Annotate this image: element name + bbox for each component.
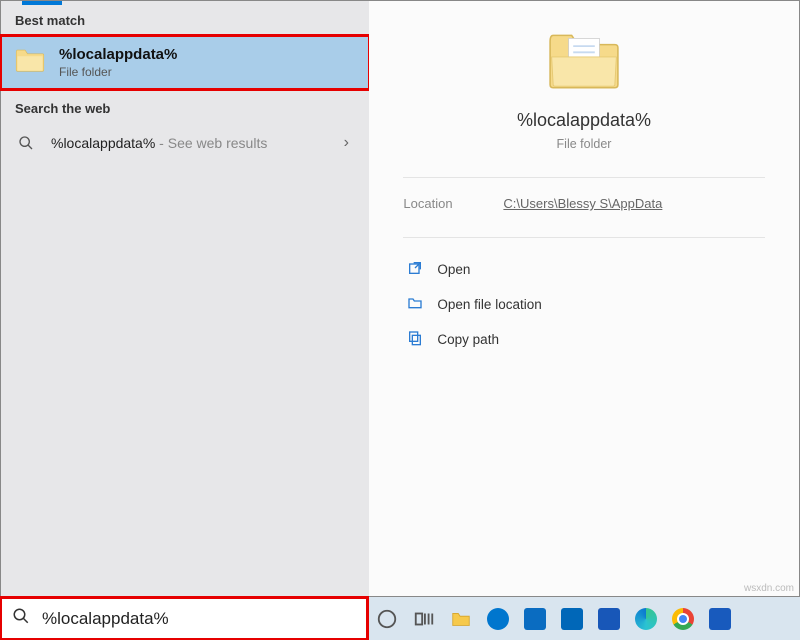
active-scope-indicator <box>22 1 62 5</box>
taskbar-app-word[interactable] <box>701 597 738 640</box>
search-icon <box>15 135 37 151</box>
file-explorer-button[interactable] <box>442 597 479 640</box>
taskbar-app-office[interactable] <box>590 597 627 640</box>
search-icon <box>12 607 30 630</box>
results-pane: Best match %localappdata% File folder Se… <box>1 1 369 596</box>
search-web-heading: Search the web <box>1 89 369 124</box>
chevron-right-icon: › <box>344 134 349 152</box>
taskbar-search-box[interactable] <box>0 597 368 640</box>
taskbar-app-chrome[interactable] <box>664 597 701 640</box>
preview-pane: %localappdata% File folder Location C:\U… <box>369 1 799 596</box>
cortana-button[interactable] <box>368 597 405 640</box>
folder-icon <box>547 29 621 96</box>
location-row: Location C:\Users\Blessy S\AppData <box>403 196 764 211</box>
best-match-result[interactable]: %localappdata% File folder <box>1 36 369 89</box>
location-path[interactable]: C:\Users\Blessy S\AppData <box>503 196 662 211</box>
preview-subtitle: File folder <box>557 137 612 151</box>
open-icon <box>407 260 423 279</box>
taskbar-app-mail[interactable] <box>553 597 590 640</box>
divider <box>403 237 764 238</box>
folder-open-icon <box>407 295 423 314</box>
best-match-title: %localappdata% <box>59 46 177 63</box>
action-open[interactable]: Open <box>403 252 764 287</box>
action-copy-path[interactable]: Copy path <box>403 322 764 357</box>
divider <box>403 177 764 178</box>
best-match-heading: Best match <box>1 1 369 36</box>
taskbar-app-dell[interactable] <box>479 597 516 640</box>
preview-title: %localappdata% <box>517 110 651 131</box>
taskbar-app-edge[interactable] <box>627 597 664 640</box>
taskbar <box>0 597 800 640</box>
web-result-text: %localappdata% - See web results <box>51 135 267 151</box>
copy-icon <box>407 330 423 349</box>
action-open-location[interactable]: Open file location <box>403 287 764 322</box>
action-label: Open file location <box>437 297 541 312</box>
watermark: wsxdn.com <box>744 583 794 594</box>
folder-icon <box>15 47 45 78</box>
action-label: Copy path <box>437 332 499 347</box>
search-input[interactable] <box>42 609 356 629</box>
task-view-button[interactable] <box>405 597 442 640</box>
best-match-subtitle: File folder <box>59 65 177 79</box>
web-search-result[interactable]: %localappdata% - See web results › <box>1 124 369 162</box>
taskbar-app-store[interactable] <box>516 597 553 640</box>
location-label: Location <box>403 196 503 211</box>
best-match-text: %localappdata% File folder <box>59 46 177 79</box>
action-label: Open <box>437 262 470 277</box>
